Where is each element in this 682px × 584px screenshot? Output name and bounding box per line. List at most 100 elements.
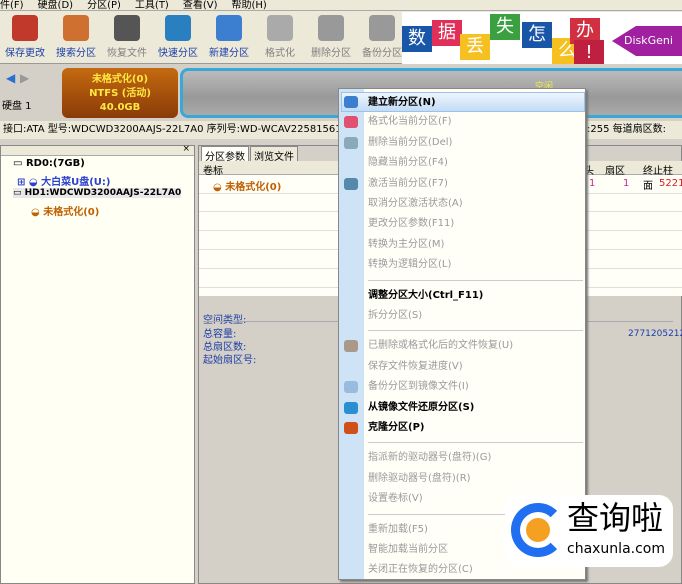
clone-icon — [344, 422, 358, 434]
toolbar-button-3[interactable]: 快速分区 — [153, 15, 203, 59]
quick-partition-icon — [165, 15, 191, 41]
toolbar-button-4[interactable]: 新建分区 — [204, 15, 254, 59]
menu-item-6[interactable]: 更改分区参数(F11) — [368, 214, 584, 234]
partition-size: 40.0GB — [99, 102, 141, 113]
forward-arrow-icon[interactable]: ▶ — [20, 71, 29, 85]
row-sector: 1 — [623, 178, 630, 189]
search-icon — [63, 15, 89, 41]
save-icon — [12, 15, 38, 41]
disk-tree: × ▭ RD0:(7GB) ⊞ ◒ 大白菜U盘(U:) ▭ HD1:WDCWD3… — [0, 144, 195, 584]
back-arrow-icon[interactable]: ◀ — [6, 71, 15, 85]
banner-ad[interactable]: 数据丢失怎么办! DiskGeni — [402, 12, 682, 64]
menu-item-5[interactable]: 取消分区激活状态(A) — [368, 194, 584, 214]
new-partition-icon — [344, 96, 358, 108]
total-sectors-label: 总扇区数: — [203, 342, 247, 353]
banner-brand: DiskGeni — [612, 26, 682, 56]
tree-item-hd1[interactable]: ▭ HD1:WDCWD3200AAJS-22L7A0 — [13, 188, 182, 198]
menu-5[interactable]: 帮助(H) — [232, 0, 267, 10]
backup-icon — [369, 15, 395, 41]
toolbar-label: 保存更改 — [5, 48, 45, 59]
banner-char: 据 — [432, 20, 462, 46]
menu-bar: 件(F) 硬盘(D) 分区(P) 工具(T) 查看(V) 帮助(H) — [0, 0, 682, 11]
menu-item-8[interactable]: 转换为逻辑分区(L) — [368, 255, 584, 275]
partition-fs: NTFS (活动) — [89, 88, 151, 99]
partition-block[interactable]: 未格式化(0) NTFS (活动) 40.0GB — [62, 68, 178, 118]
tree-item-usb[interactable]: ⊞ ◒ 大白菜U盘(U:) — [17, 173, 110, 188]
menu-item-7[interactable]: 转换为主分区(M) — [368, 235, 584, 255]
toolbar-label: 格式化 — [265, 48, 295, 59]
menu-item-9[interactable]: 调整分区大小(Ctrl_F11) — [368, 286, 584, 306]
banner-char: ! — [574, 40, 604, 64]
toolbar-button-7[interactable]: 备份分区 — [357, 15, 407, 59]
menu-item-16[interactable]: 指派新的驱动器号(盘符)(G) — [368, 448, 584, 468]
close-panel-button[interactable]: × — [182, 144, 190, 154]
start-sector-label: 起始扇区号: — [203, 355, 257, 366]
menu-0[interactable]: 件(F) — [0, 0, 24, 10]
menu-item-0[interactable]: 建立新分区(N) — [341, 92, 585, 112]
new-partition-icon — [216, 15, 242, 41]
total-capacity-label: 总容量: — [203, 329, 237, 340]
toolbar-button-5[interactable]: 格式化 — [255, 15, 305, 59]
menu-2[interactable]: 分区(P) — [87, 0, 121, 10]
toolbar-button-1[interactable]: 搜索分区 — [51, 15, 101, 59]
restore-icon — [344, 401, 358, 414]
delete-icon — [318, 15, 344, 41]
banner-char: 丢 — [460, 34, 490, 60]
delete-icon — [344, 136, 358, 149]
tree-item-partition[interactable]: ◒ 未格式化(0) — [31, 203, 99, 218]
usb-label: 大白菜U盘(U:) — [41, 177, 111, 188]
menu-item-10[interactable]: 拆分分区(S) — [368, 306, 584, 326]
toolbar-button-6[interactable]: 删除分区 — [306, 15, 356, 59]
space-type-label: 空间类型: — [203, 311, 246, 326]
menu-item-12[interactable]: 保存文件恢复进度(V) — [368, 357, 584, 377]
row-head: 1 — [589, 178, 596, 189]
menu-item-11[interactable]: 已删除或格式化后的文件恢复(U) — [368, 336, 584, 356]
menu-3[interactable]: 工具(T) — [135, 0, 169, 10]
format-icon — [267, 15, 293, 41]
disk-info-text: 接口:ATA 型号:WDCWD3200AAJS-22L7A0 序列号:WD-WC… — [3, 124, 342, 135]
watermark-url: chaxunla.com — [567, 541, 665, 557]
toolbar-label: 删除分区 — [311, 48, 351, 59]
banner-char: 数 — [402, 26, 432, 52]
menu-item-17[interactable]: 删除驱动器号(盘符)(R) — [368, 469, 584, 489]
menu-item-4[interactable]: 激活当前分区(F7) — [368, 174, 584, 194]
watermark-title: 查询啦 — [567, 499, 664, 537]
toolbar-button-2[interactable]: 恢复文件 — [102, 15, 152, 59]
menu-item-3[interactable]: 隐藏当前分区(F4) — [368, 153, 584, 173]
col-label: 卷标 — [203, 166, 223, 177]
banner-char: 怎 — [522, 22, 552, 48]
menu-item-14[interactable]: 从镜像文件还原分区(S) — [368, 398, 584, 418]
col-sector: 扇区 — [605, 166, 625, 177]
hd1-label: HD1:WDCWD3200AAJS-22L7A0 — [24, 188, 182, 198]
watermark: 查询啦 chaxunla.com — [505, 495, 673, 567]
backup-icon — [344, 381, 358, 394]
details-labels: 总容量: 总扇区数: 起始扇区号: — [203, 328, 256, 367]
menu-item-1[interactable]: 格式化当前分区(F) — [368, 112, 584, 132]
tree-item-rd0[interactable]: ▭ RD0:(7GB) — [13, 158, 85, 169]
menu-1[interactable]: 硬盘(D) — [38, 0, 74, 10]
recover-icon — [344, 340, 358, 353]
partition-label: 未格式化(0) — [43, 207, 100, 218]
menu-item-15[interactable]: 克隆分区(P) — [368, 418, 584, 438]
toolbar-label: 快速分区 — [158, 48, 198, 59]
details-value: 2771205212 — [628, 329, 682, 339]
recover-icon — [114, 15, 140, 41]
rd0-label: RD0:(7GB) — [25, 158, 85, 169]
menu-separator — [368, 442, 583, 444]
toolbar-label: 新建分区 — [209, 48, 249, 59]
banner-char: 失 — [490, 14, 520, 40]
menu-separator — [368, 330, 583, 332]
format-icon — [344, 116, 358, 129]
partition-name: 未格式化(0) — [91, 74, 149, 85]
menu-item-2[interactable]: 删除当前分区(Del) — [368, 133, 584, 153]
menu-4[interactable]: 查看(V) — [183, 0, 218, 10]
toolbar-label: 备份分区 — [362, 48, 402, 59]
row-label: 未格式化(0) — [225, 182, 282, 193]
menu-separator — [368, 279, 583, 281]
toolbar-label: 搜索分区 — [56, 48, 96, 59]
menu-item-13[interactable]: 备份分区到镜像文件(I) — [368, 377, 584, 397]
disk-info-right: :255 每道扇区数: — [587, 124, 667, 135]
toolbar-label: 恢复文件 — [107, 48, 147, 59]
disk-label: 硬盘 1 — [2, 101, 32, 112]
toolbar-button-0[interactable]: 保存更改 — [0, 15, 50, 59]
